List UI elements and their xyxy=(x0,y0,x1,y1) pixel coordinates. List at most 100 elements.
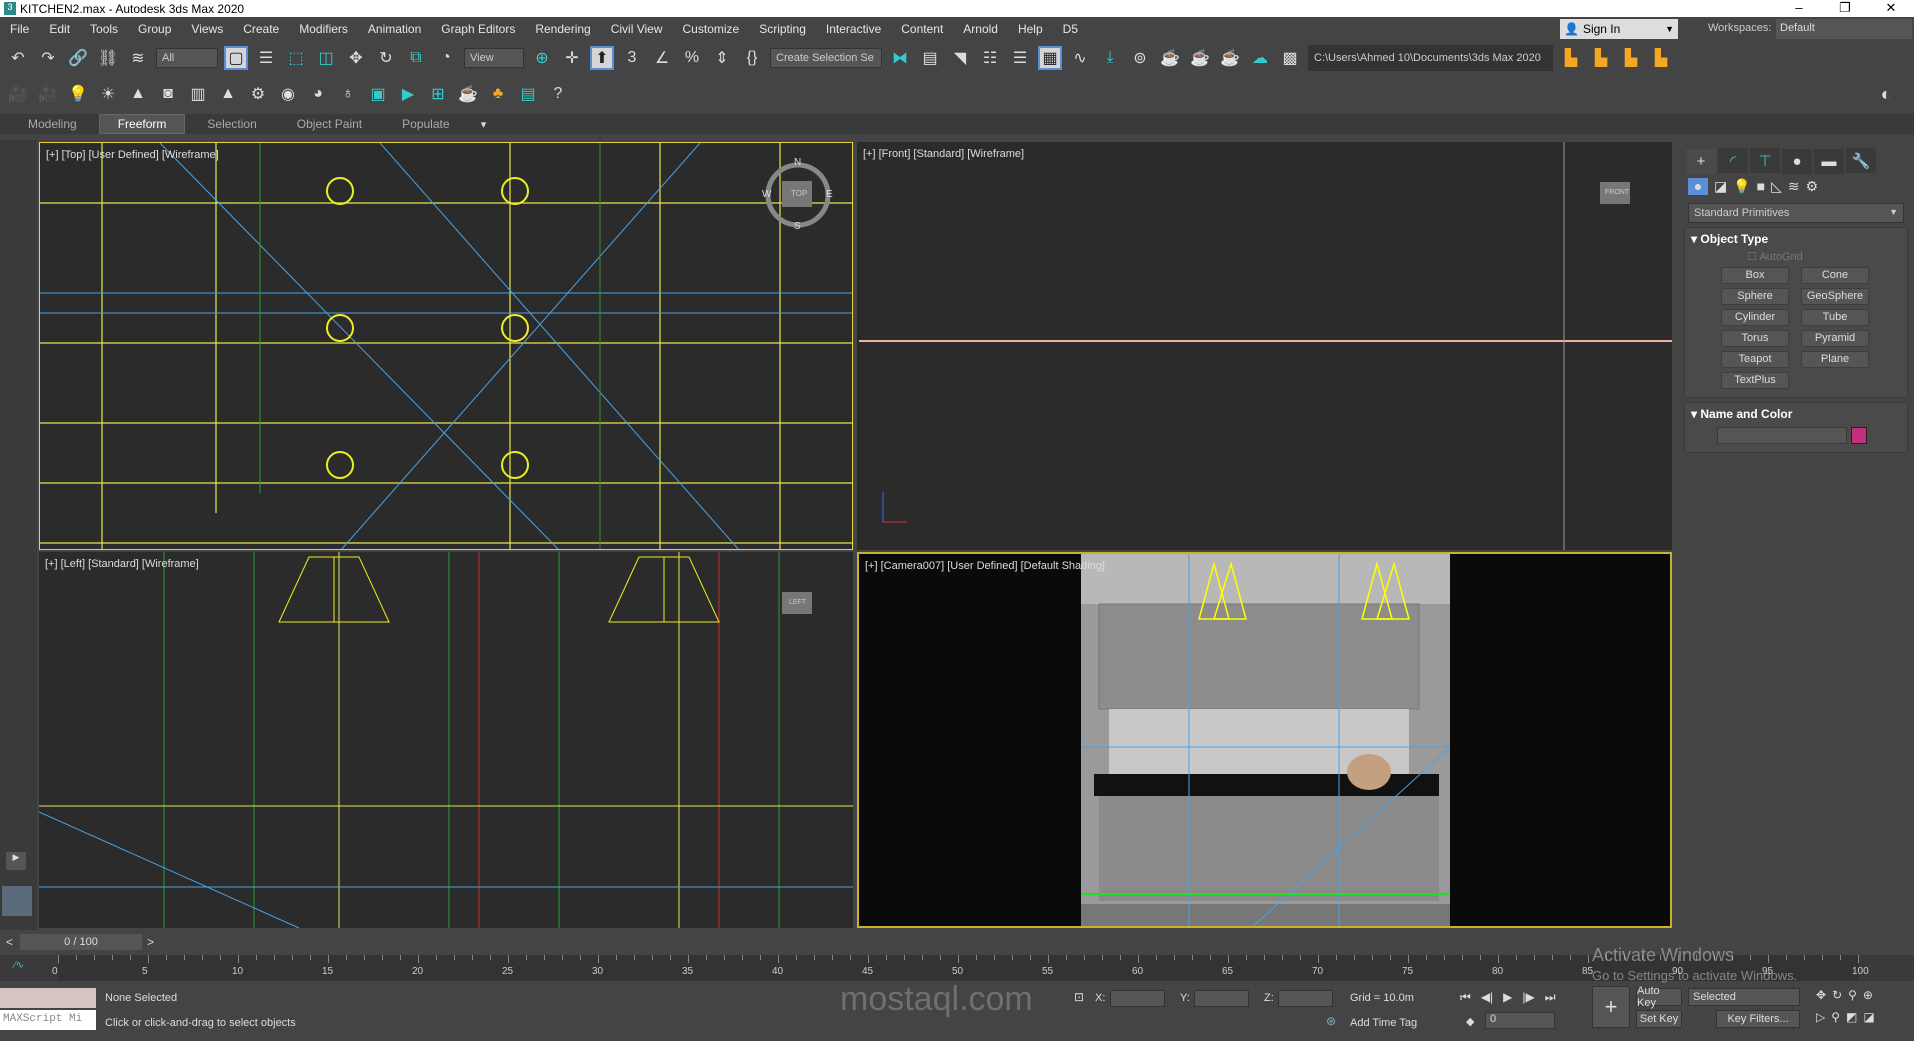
zoom-all-icon[interactable]: ⊕ xyxy=(1863,988,1873,1002)
project-folder-icon[interactable]: ▙ xyxy=(1589,46,1613,70)
frame-icon[interactable]: ▣ xyxy=(366,82,390,106)
menu-d5[interactable]: D5 xyxy=(1053,22,1088,36)
helpers-icon[interactable]: ◺ xyxy=(1771,178,1782,195)
menu-rendering[interactable]: Rendering xyxy=(525,22,600,36)
viewport-top[interactable]: [+] [Top] [User Defined] [Wireframe] TOP… xyxy=(39,142,853,550)
help-icon[interactable]: ? xyxy=(546,82,570,106)
menu-interactive[interactable]: Interactive xyxy=(816,22,891,36)
tab-object-paint[interactable]: Object Paint xyxy=(279,115,380,133)
key-filters-button[interactable]: Key Filters... xyxy=(1716,1010,1800,1028)
fov-icon[interactable]: ▷ xyxy=(1816,1010,1825,1024)
link-icon[interactable]: 🔗 xyxy=(66,46,90,70)
orbit-icon[interactable]: ↻ xyxy=(1832,988,1842,1002)
object-name-input[interactable] xyxy=(1717,426,1847,444)
go-to-start-icon[interactable]: ⏮ xyxy=(1460,990,1471,1005)
key-selection-select[interactable]: Selected xyxy=(1688,988,1800,1006)
rotate-icon[interactable]: ↻ xyxy=(374,46,398,70)
window-crossing-icon[interactable]: ◫ xyxy=(314,46,338,70)
cylinder-button[interactable]: Cylinder xyxy=(1721,308,1789,326)
menu-help[interactable]: Help xyxy=(1008,22,1053,36)
geometry-category-select[interactable]: Standard Primitives ▼ xyxy=(1688,202,1904,223)
current-frame-field[interactable]: 0 xyxy=(1485,1012,1555,1029)
close-button[interactable]: ✕ xyxy=(1868,0,1914,16)
render-iterative-icon[interactable]: ☕ xyxy=(1218,46,1242,70)
geosphere-button[interactable]: GeoSphere xyxy=(1801,287,1869,305)
walk-icon[interactable]: ⚲ xyxy=(1831,1010,1840,1024)
viewcube-front[interactable]: FRONT xyxy=(1605,189,1629,196)
next-key-icon[interactable]: |▶ xyxy=(1522,990,1534,1005)
time-slider-thumb[interactable]: 0 / 100 xyxy=(20,934,142,950)
previous-key-icon[interactable]: ◀| xyxy=(1481,990,1493,1005)
align-icon[interactable]: ▤ xyxy=(918,46,942,70)
viewcube-left[interactable]: LEFT xyxy=(789,599,806,606)
redo-icon[interactable]: ↷ xyxy=(36,46,60,70)
utilities-tab-icon[interactable]: 🔧 xyxy=(1846,148,1876,173)
schematic-view-icon[interactable]: ∿ xyxy=(1068,46,1092,70)
place-icon[interactable]: ◔ xyxy=(434,46,458,70)
prev-frame-icon[interactable]: < xyxy=(6,935,13,949)
toggle-ribbon-icon[interactable]: ☰ xyxy=(1008,46,1032,70)
teapot-button[interactable]: Teapot xyxy=(1721,350,1789,368)
autogrid-checkbox[interactable]: ☐ AutoGrid xyxy=(1685,250,1907,263)
maximize-viewport-icon[interactable]: ◪ xyxy=(1863,1010,1874,1024)
sphere-button[interactable]: Sphere xyxy=(1721,287,1789,305)
a360-gallery-icon[interactable]: ▩ xyxy=(1278,46,1302,70)
menu-animation[interactable]: Animation xyxy=(358,22,431,36)
project-tree-icon[interactable]: ▙ xyxy=(1619,46,1643,70)
key-mode-icon[interactable]: ◆ xyxy=(1466,1015,1474,1028)
menu-tools[interactable]: Tools xyxy=(80,22,128,36)
render-setup-icon[interactable]: ⊚ xyxy=(1128,46,1152,70)
create-tab-icon[interactable]: + xyxy=(1686,148,1716,174)
shapes-icon[interactable]: ◪ xyxy=(1714,178,1727,195)
go-to-end-icon[interactable]: ⏭ xyxy=(1545,990,1556,1005)
next-frame-icon[interactable]: > xyxy=(147,935,154,949)
select-by-name-icon[interactable]: ☰ xyxy=(254,46,278,70)
menu-views[interactable]: Views xyxy=(181,22,233,36)
menu-graph-editors[interactable]: Graph Editors xyxy=(431,22,525,36)
display-tab-icon[interactable]: ▬ xyxy=(1814,148,1844,174)
z-coordinate-field[interactable] xyxy=(1278,990,1333,1007)
torus-button[interactable]: Torus xyxy=(1721,329,1789,347)
textplus-button[interactable]: TextPlus xyxy=(1721,371,1789,389)
mirror-icon[interactable]: ⧓ xyxy=(888,46,912,70)
forest-icon[interactable]: ♣ xyxy=(486,82,510,106)
ribbon-options-icon[interactable]: ▾ xyxy=(472,112,496,136)
select-object-icon[interactable]: ▢ xyxy=(224,46,248,70)
menu-create[interactable]: Create xyxy=(233,22,289,36)
object-color-swatch[interactable] xyxy=(1851,426,1867,444)
scale-icon[interactable]: ⧉ xyxy=(404,46,428,70)
menu-customize[interactable]: Customize xyxy=(673,22,750,36)
viewport-camera[interactable]: [+] [Camera007] [User Defined] [Default … xyxy=(857,552,1672,928)
menu-scripting[interactable]: Scripting xyxy=(749,22,816,36)
sign-in-button[interactable]: 👤 Sign In ▼ xyxy=(1560,19,1678,39)
tube-button[interactable]: Tube xyxy=(1801,308,1869,326)
curve-editor-mini-icon[interactable]: ⁄∿ xyxy=(14,960,24,971)
add-time-tag[interactable]: Add Time Tag xyxy=(1350,1017,1417,1029)
preview-icon[interactable]: ◉ xyxy=(276,82,300,106)
region-zoom-icon[interactable]: ◩ xyxy=(1846,1010,1857,1024)
render-production-icon[interactable]: ☕ xyxy=(1188,46,1212,70)
box-button[interactable]: Box xyxy=(1721,266,1789,284)
play-icon[interactable]: ▶ xyxy=(1503,990,1512,1005)
auto-key-button[interactable]: Auto Key xyxy=(1636,985,1682,1009)
play-frame-icon[interactable]: ▶ xyxy=(396,82,420,106)
y-coordinate-field[interactable] xyxy=(1194,990,1249,1007)
render-icon[interactable]: ◙ xyxy=(156,82,180,106)
spinner-snap-icon[interactable]: ⇕ xyxy=(710,46,734,70)
camera-icon[interactable]: 🎥 xyxy=(6,82,30,106)
hierarchy-tab-icon[interactable]: ⊤ xyxy=(1750,148,1780,173)
expand-arrow-icon[interactable]: ▶ xyxy=(6,852,26,870)
viewport-label-camera[interactable]: [+] [Camera007] [User Defined] [Default … xyxy=(865,560,1105,572)
unlink-icon[interactable]: ⛓ xyxy=(96,46,120,70)
reference-coordinate-select[interactable]: View xyxy=(464,48,524,68)
viewport-label-top[interactable]: [+] [Top] [User Defined] [Wireframe] xyxy=(46,149,219,161)
undo-icon[interactable]: ↶ xyxy=(6,46,30,70)
systems-icon[interactable]: ⚙ xyxy=(1806,178,1819,195)
menu-content[interactable]: Content xyxy=(891,22,953,36)
keyboard-shortcut-override-icon[interactable]: ⬆ xyxy=(590,46,614,70)
menu-group[interactable]: Group xyxy=(128,22,181,36)
lights-icon[interactable]: 💡 xyxy=(1733,178,1750,195)
project-settings-icon[interactable]: ▙ xyxy=(1559,46,1583,70)
viewport-label-front[interactable]: [+] [Front] [Standard] [Wireframe] xyxy=(863,148,1024,160)
camera-add-icon[interactable]: 🎥 xyxy=(36,82,60,106)
